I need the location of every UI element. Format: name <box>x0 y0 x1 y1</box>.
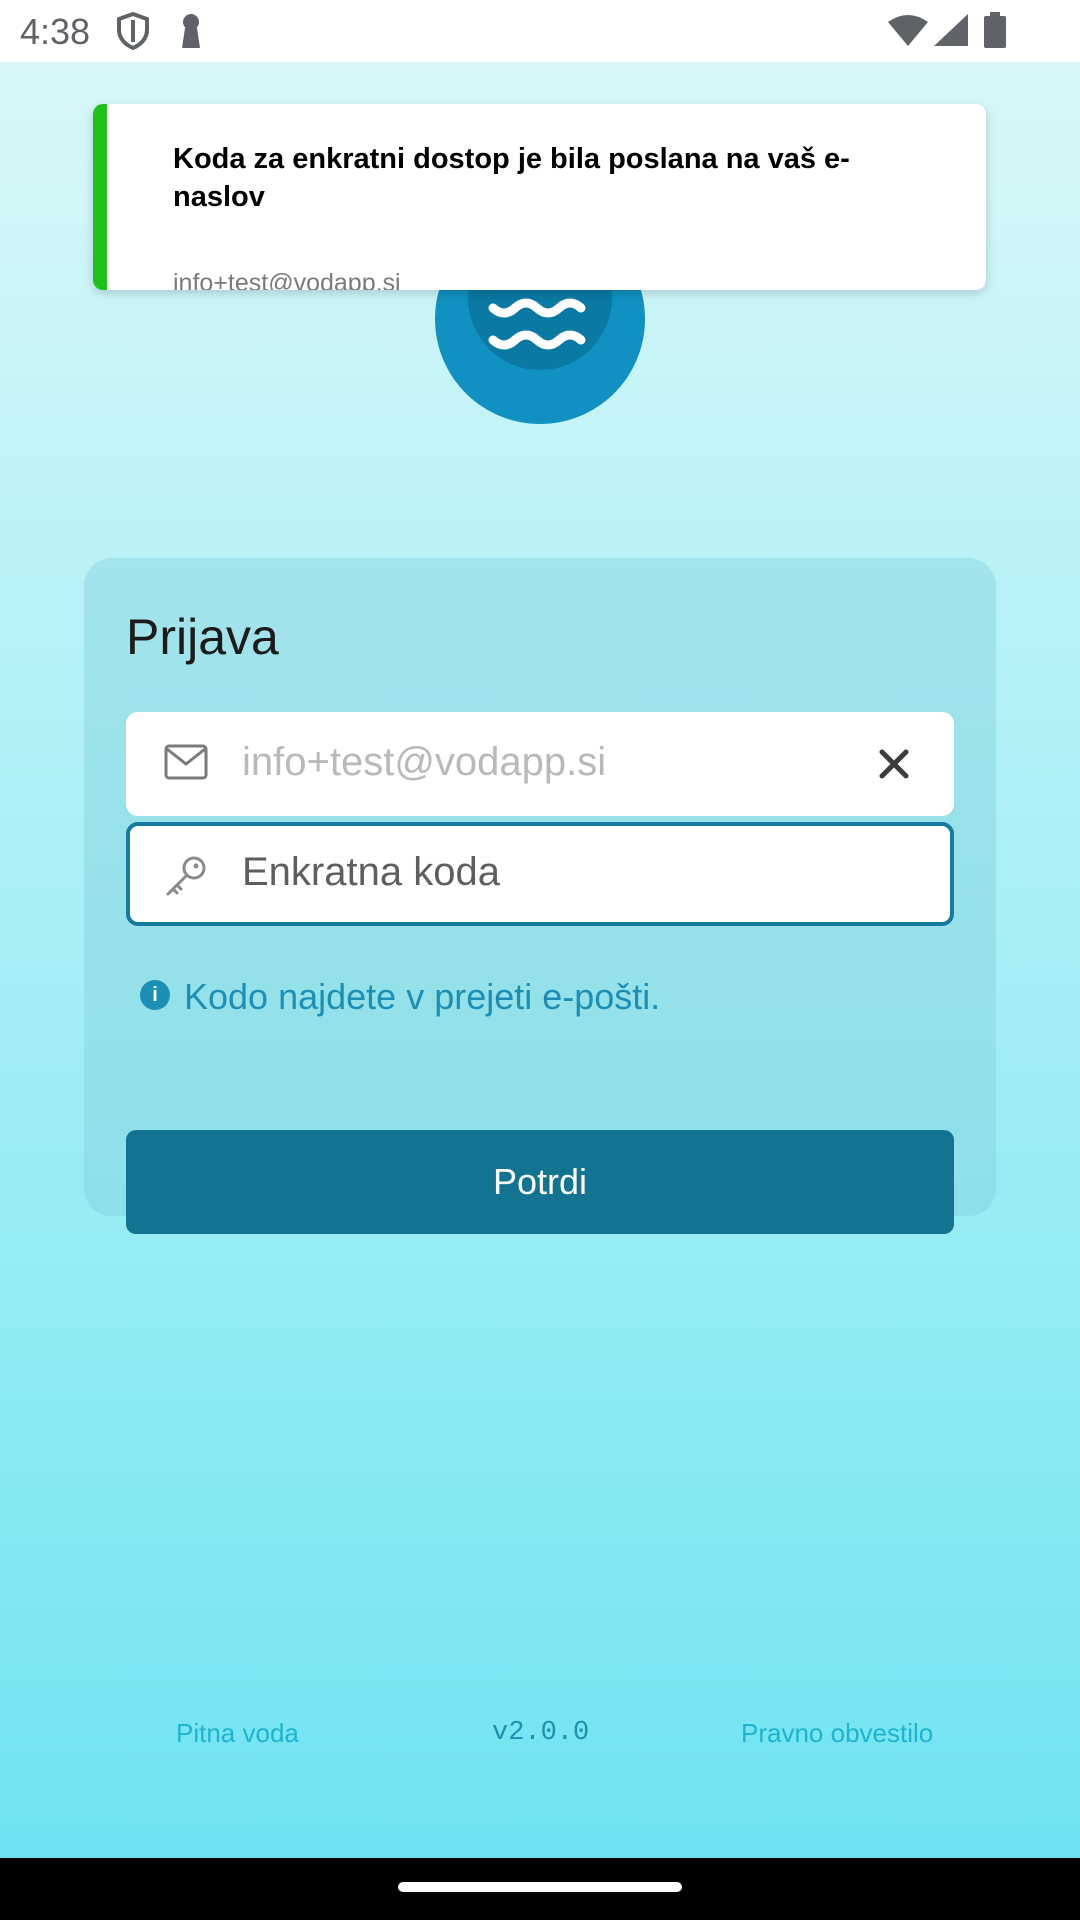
info-icon: i <box>140 980 170 1010</box>
key-icon <box>164 854 208 903</box>
email-value: info+test@vodapp.si <box>242 740 607 784</box>
one-time-code-input[interactable]: Enkratna koda <box>126 822 954 926</box>
app-version: v2.0.0 <box>492 1718 590 1748</box>
navigation-bar <box>0 1858 1080 1920</box>
code-placeholder: Enkratna koda <box>242 850 500 894</box>
footer-link-drinking-water[interactable]: Pitna voda <box>176 1718 299 1749</box>
mail-icon <box>164 744 208 785</box>
footer-link-legal-notice[interactable]: Pravno obvestilo <box>741 1718 933 1749</box>
page-title: Prijava <box>126 609 279 665</box>
toast-message: info+test@vodapp.si <box>173 269 401 290</box>
login-card: Prijava info+test@vodapp.si Enkratna kod… <box>84 558 996 1234</box>
email-field[interactable]: info+test@vodapp.si <box>126 712 954 816</box>
close-icon[interactable] <box>874 744 914 784</box>
hint-text: Kodo najdete v prejeti e-pošti. <box>184 976 661 1017</box>
status-bar: 4:38 <box>0 0 1080 62</box>
cellular-signal-icon <box>934 14 968 51</box>
clear-email-button[interactable] <box>874 744 914 784</box>
toast-accent-bar <box>93 104 107 290</box>
home-gesture-handle[interactable] <box>398 1882 682 1892</box>
battery-icon <box>984 12 1006 53</box>
shield-icon <box>116 11 150 55</box>
wifi-icon <box>888 14 928 51</box>
app-screen: Koda za enkratni dostop je bila poslana … <box>0 62 1080 1858</box>
status-time: 4:38 <box>20 11 91 52</box>
notification-toast[interactable]: Koda za enkratni dostop je bila poslana … <box>93 104 986 290</box>
toast-title: Koda za enkratni dostop je bila poslana … <box>173 143 850 213</box>
keyhole-icon <box>178 12 204 55</box>
confirm-button[interactable]: Potrdi <box>126 1130 954 1234</box>
